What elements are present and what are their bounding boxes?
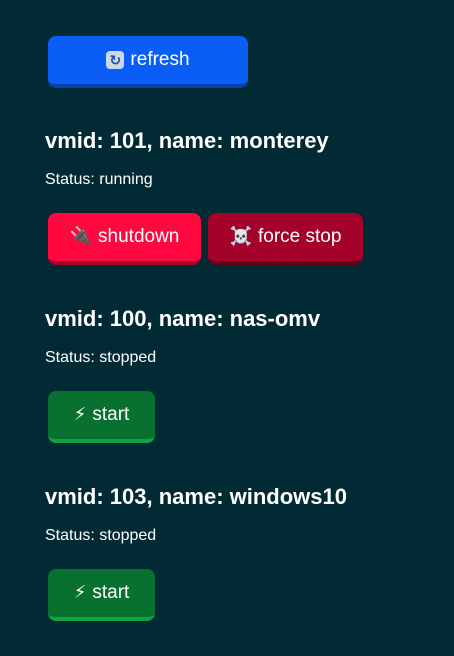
vm-status: Status: stopped [45, 349, 157, 366]
start-label: start [92, 582, 130, 603]
refresh-button[interactable]: ↻ refresh [48, 36, 248, 88]
start-label: start [92, 404, 130, 425]
force-stop-button[interactable]: ☠️ force stop [208, 213, 363, 265]
plug-icon: 🔌 [69, 226, 93, 247]
start-button[interactable]: ⚡ start [48, 391, 155, 443]
vm-title: vmid: 100, name: nas-omv [45, 306, 321, 331]
skull-icon: ☠️ [229, 226, 252, 247]
lightning-icon: ⚡ [73, 582, 87, 603]
shutdown-button[interactable]: 🔌 shutdown [48, 213, 201, 265]
vm-status: Status: stopped [45, 527, 157, 544]
lightning-icon: ⚡ [73, 404, 87, 425]
vm-title: vmid: 103, name: windows10 [45, 484, 347, 509]
vm-status: Status: running [45, 171, 153, 188]
force-stop-label: force stop [257, 226, 342, 247]
start-button[interactable]: ⚡ start [48, 569, 155, 621]
refresh-icon: ↻ [106, 51, 125, 69]
refresh-label: refresh [130, 49, 190, 70]
vm-title: vmid: 101, name: monterey [45, 128, 329, 153]
shutdown-label: shutdown [98, 226, 180, 247]
